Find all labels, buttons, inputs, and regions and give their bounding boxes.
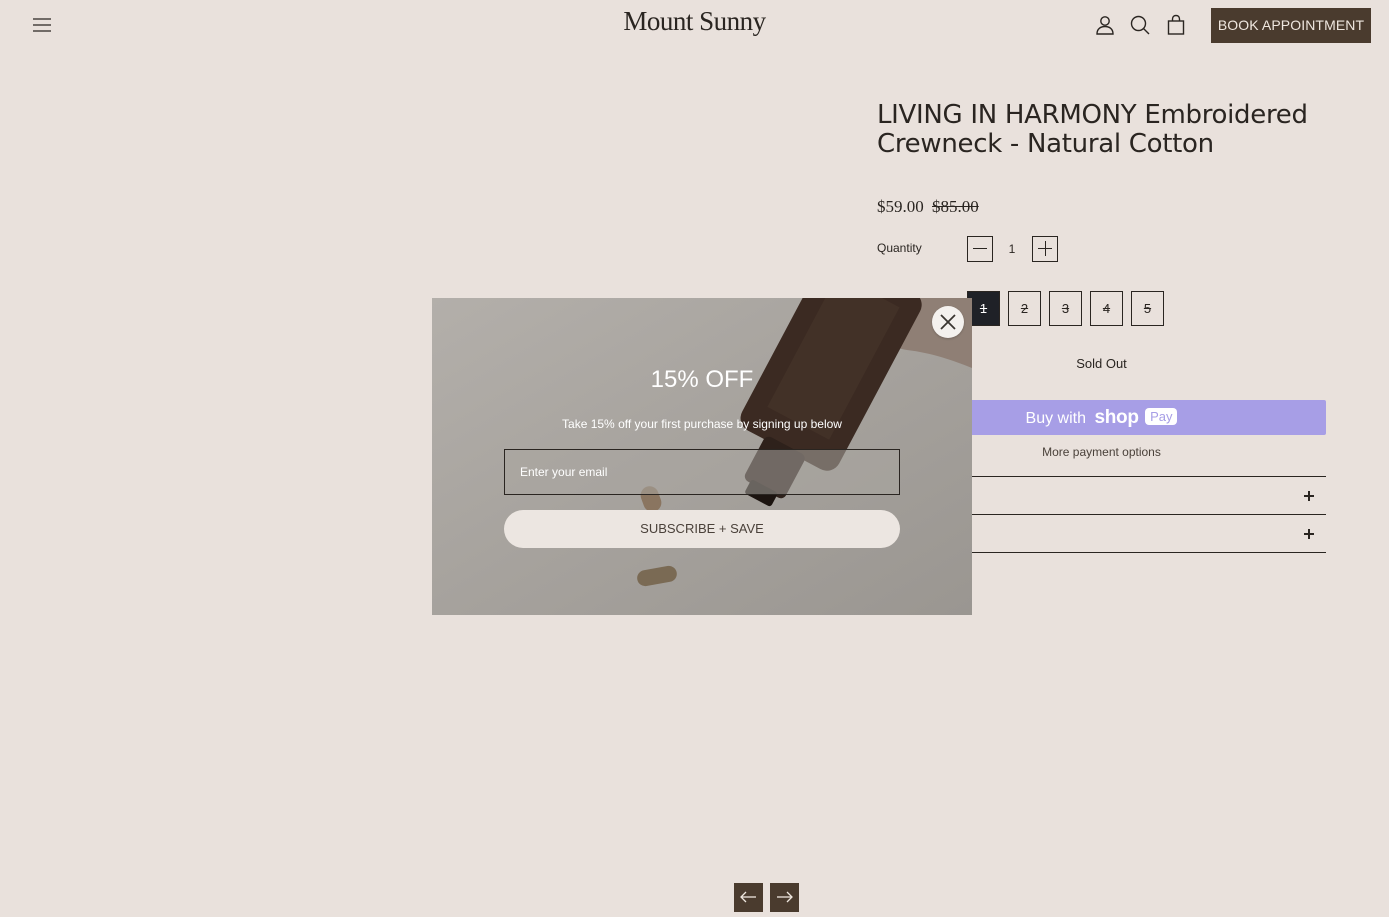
arrow-right-icon bbox=[777, 891, 793, 903]
quantity-increase-button[interactable] bbox=[1032, 236, 1058, 262]
shop-pay-logo: shop bbox=[1094, 407, 1139, 428]
newsletter-popup: 15% OFF Take 15% off your first purchase… bbox=[432, 298, 972, 615]
sale-price: $59.00 bbox=[877, 197, 924, 216]
popup-subtext: Take 15% off your first purchase by sign… bbox=[562, 417, 842, 431]
account-button[interactable] bbox=[1093, 13, 1117, 37]
carousel-next-button[interactable] bbox=[770, 883, 799, 912]
subscribe-button[interactable]: SUBSCRIBE + SAVE bbox=[504, 510, 900, 548]
variant-option-5[interactable]: 5 bbox=[1131, 291, 1164, 326]
shop-pay-pill: Pay bbox=[1145, 408, 1178, 425]
variant-option-3[interactable]: 3 bbox=[1049, 291, 1082, 326]
arrow-left-icon bbox=[740, 891, 756, 903]
site-header: Mount Sunny BOOK APPOINTMENT bbox=[0, 0, 1389, 52]
compare-price: $85.00 bbox=[932, 197, 979, 216]
site-logo[interactable]: Mount Sunny bbox=[623, 6, 766, 36]
search-icon bbox=[1130, 15, 1150, 35]
price-row: $59.00 $85.00 bbox=[877, 197, 979, 217]
plus-icon bbox=[1304, 491, 1314, 501]
quantity-decrease-button[interactable] bbox=[967, 236, 993, 262]
quantity-input[interactable] bbox=[996, 236, 1028, 262]
shop-pay-prefix: Buy with bbox=[1025, 410, 1086, 427]
search-button[interactable] bbox=[1128, 13, 1152, 37]
popup-heading: 15% OFF bbox=[650, 366, 754, 393]
quantity-label: Quantity bbox=[877, 241, 922, 255]
hamburger-menu-icon bbox=[33, 18, 51, 32]
user-icon bbox=[1096, 16, 1114, 35]
plus-icon bbox=[1304, 529, 1314, 539]
popup-close-button[interactable] bbox=[932, 306, 964, 338]
shopping-bag-icon bbox=[1167, 14, 1185, 35]
book-appointment-button[interactable]: BOOK APPOINTMENT bbox=[1211, 8, 1371, 43]
menu-button[interactable] bbox=[30, 14, 54, 36]
carousel-prev-button[interactable] bbox=[734, 883, 763, 912]
variant-option-2[interactable]: 2 bbox=[1008, 291, 1041, 326]
product-title: LIVING IN HARMONY Embroidered Crewneck -… bbox=[877, 100, 1308, 159]
variant-option-4[interactable]: 4 bbox=[1090, 291, 1123, 326]
close-icon bbox=[940, 314, 956, 330]
email-field[interactable] bbox=[504, 449, 900, 495]
cart-button[interactable] bbox=[1164, 13, 1188, 37]
